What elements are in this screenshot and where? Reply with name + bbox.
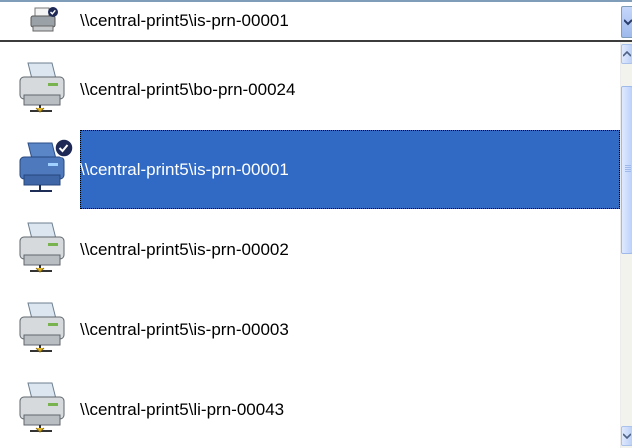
printer-list-item[interactable]: \\central-print5\li-prn-00043 (0, 370, 620, 448)
printer-path-label: \\central-print5\is-prn-00003 (80, 320, 289, 339)
printer-path-label: \\central-print5\is-prn-00002 (80, 240, 289, 259)
printer-list-item[interactable]: \\central-print5\is-prn-00002 (0, 210, 620, 289)
default-printer-icon (14, 138, 76, 197)
printer-path-label: \\central-print5\is-prn-00001 (80, 160, 289, 179)
chevron-down-icon (623, 433, 631, 439)
printer-select[interactable]: \\central-print5\is-prn-00001 (0, 0, 632, 42)
network-printer-icon (14, 299, 76, 357)
dropdown-arrow-button[interactable] (621, 6, 632, 38)
network-printer-icon (14, 379, 76, 437)
selected-printer-text: \\central-print5\is-prn-00001 (80, 11, 289, 30)
scroll-thumb[interactable] (621, 86, 632, 254)
network-printer-icon (14, 59, 76, 117)
printer-list-item[interactable]: \\central-print5\is-prn-00003 (0, 290, 620, 369)
scroll-down-button[interactable] (621, 426, 632, 446)
list-scrollbar[interactable] (620, 42, 632, 448)
printer-list-item-selected[interactable]: \\central-print5\is-prn-00001 (0, 130, 620, 209)
printer-path-label: \\central-print5\bo-prn-00024 (80, 80, 296, 99)
chevron-up-icon (623, 51, 631, 57)
printer-path-label: \\central-print5\li-prn-00043 (80, 400, 285, 419)
network-printer-icon (14, 219, 76, 277)
default-printer-icon (30, 6, 60, 34)
printer-list-item[interactable]: \\central-print5\bo-prn-00024 (0, 50, 620, 129)
printer-dropdown-list: \\central-print5\bo-prn-00024 \\central-… (0, 42, 632, 448)
scroll-up-button[interactable] (621, 44, 632, 64)
chevron-down-icon (624, 19, 632, 26)
